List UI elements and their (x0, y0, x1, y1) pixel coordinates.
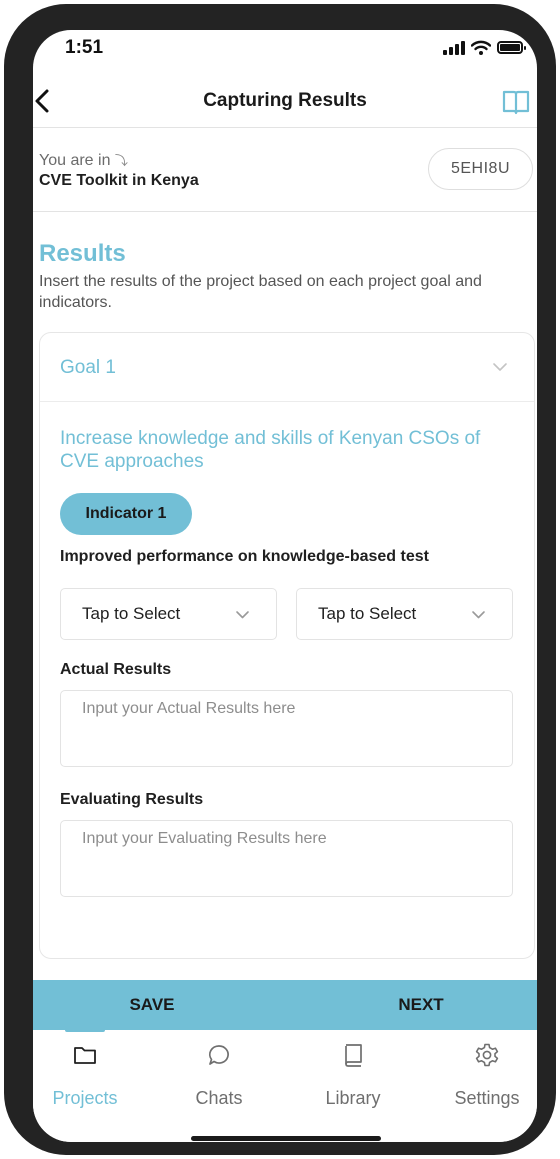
project-context-bar: You are in ⤵ CVE Toolkit in Kenya 5EHI8U (33, 128, 537, 212)
tab-label: Chats (195, 1088, 243, 1108)
tab-library[interactable]: Library (290, 1040, 416, 1110)
indicator-description: Improved performance on knowledge-based … (60, 548, 429, 565)
tab-projects[interactable]: Projects (33, 1040, 148, 1110)
open-book-icon[interactable] (501, 86, 531, 116)
tab-label: Projects (52, 1088, 118, 1108)
status-icons (443, 40, 526, 55)
actual-results-placeholder: Input your Actual Results here (82, 700, 296, 717)
folder-icon (74, 1047, 96, 1064)
battery-icon (497, 41, 526, 54)
nav-bar: Capturing Results (33, 76, 537, 128)
tab-bar: Projects Chats Library Settings (33, 1032, 537, 1142)
chevron-down-icon (493, 363, 507, 371)
save-button[interactable]: SAVE (33, 980, 271, 1030)
tab-chats[interactable]: Chats (156, 1040, 282, 1110)
chat-bubble-icon (208, 1045, 229, 1065)
context-prefix: You are in ⤵ (39, 150, 128, 170)
tab-settings[interactable]: Settings (424, 1040, 537, 1110)
action-bar: SAVE NEXT (33, 980, 537, 1030)
goal-card: Goal 1 Increase knowledge and skills of … (39, 332, 535, 959)
indicator-badge: Indicator 1 (60, 493, 192, 535)
chevron-down-icon (472, 611, 485, 619)
goal-accordion-header[interactable]: Goal 1 (40, 333, 534, 402)
evaluating-results-placeholder: Input your Evaluating Results here (82, 830, 327, 847)
context-prefix-text: You are in (39, 152, 111, 169)
section-title: Results (39, 240, 126, 267)
book-icon (345, 1044, 362, 1067)
next-button[interactable]: NEXT (285, 980, 537, 1030)
select-value: Tap to Select (82, 604, 181, 623)
status-time: 1:51 (65, 37, 104, 58)
project-code-badge[interactable]: 5EHI8U (428, 148, 533, 190)
goal-label: Goal 1 (60, 357, 116, 378)
wifi-icon (471, 40, 491, 55)
actual-results-label: Actual Results (60, 661, 172, 678)
select-value: Tap to Select (318, 604, 417, 623)
tab-label: Library (325, 1088, 381, 1108)
phone-frame: 1:51 Capturing Results You are in ⤵ CVE … (4, 4, 556, 1155)
status-bar: 1:51 (33, 30, 537, 74)
evaluating-results-input[interactable]: Input your Evaluating Results here (60, 820, 513, 897)
result-select-1[interactable]: Tap to Select (60, 588, 277, 640)
chevron-down-icon (236, 611, 249, 619)
result-select-2[interactable]: Tap to Select (296, 588, 513, 640)
page-title: Capturing Results (203, 90, 367, 111)
tab-label: Settings (454, 1088, 520, 1108)
actual-results-input[interactable]: Input your Actual Results here (60, 690, 513, 767)
home-indicator (191, 1136, 381, 1141)
gear-icon (475, 1043, 499, 1067)
turn-down-arrow-icon: ⤵ (114, 153, 128, 168)
cellular-signal-icon (443, 40, 465, 55)
section-description: Insert the results of the project based … (39, 273, 482, 311)
screen: 1:51 Capturing Results You are in ⤵ CVE … (33, 30, 537, 1142)
goal-description: Increase knowledge and skills of Kenyan … (60, 428, 481, 472)
evaluating-results-label: Evaluating Results (60, 791, 204, 808)
project-name: CVE Toolkit in Kenya (39, 172, 199, 189)
